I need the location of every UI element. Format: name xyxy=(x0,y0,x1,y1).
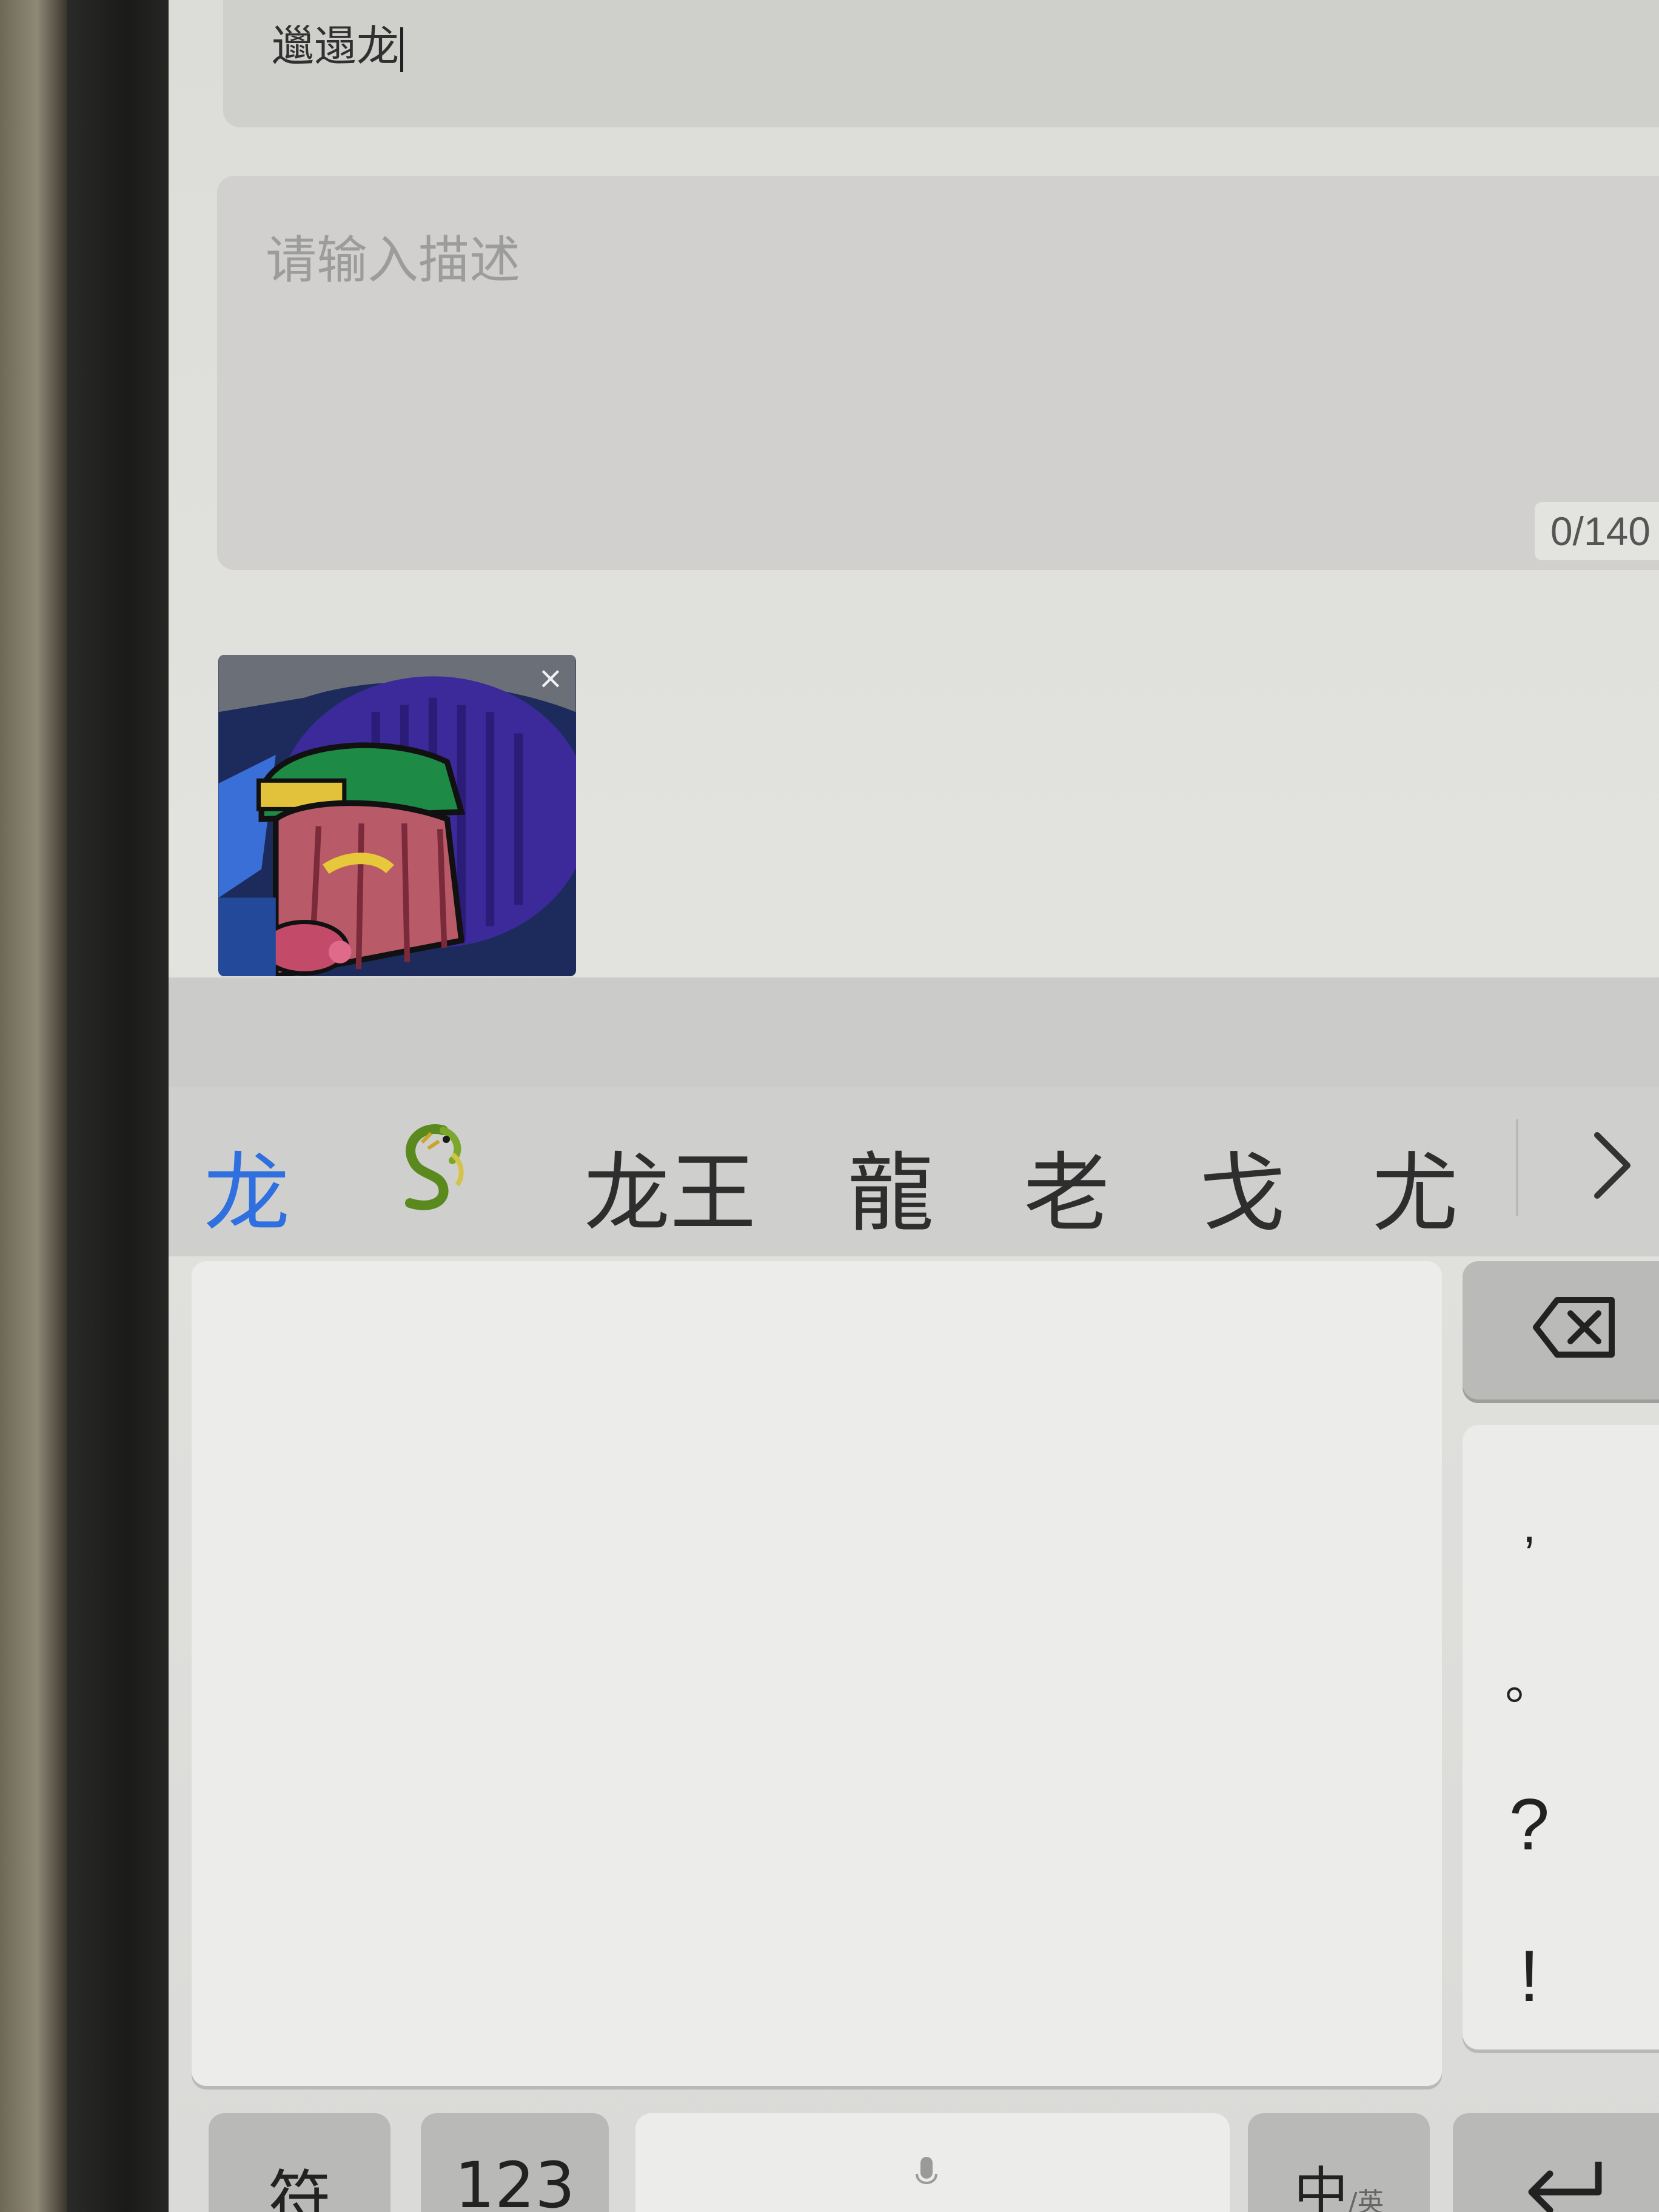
symbols-key-label: 符 xyxy=(267,2163,331,2212)
title-input-value: 邋遢龙 xyxy=(272,12,403,73)
backspace-icon xyxy=(1533,1297,1615,1358)
title-field[interactable]: 邋遢龙 xyxy=(223,0,1659,127)
description-field[interactable]: 请输入描述 0/140 xyxy=(217,176,1659,570)
candidate-item[interactable]: 老 xyxy=(1024,1123,1110,1248)
symbols-key[interactable]: 符 xyxy=(209,2113,390,2212)
chevron-right-icon[interactable] xyxy=(1585,1129,1640,1202)
candidate-item[interactable]: 戈 xyxy=(1199,1123,1285,1248)
photo-background xyxy=(0,0,67,2212)
attached-image-thumbnail[interactable]: × xyxy=(218,655,576,976)
return-arrow-icon xyxy=(1528,2162,1602,2212)
language-switch-label: 中/英 xyxy=(1293,2161,1384,2212)
text-cursor xyxy=(400,27,403,72)
candidate-item[interactable]: 龙王 xyxy=(584,1123,756,1248)
question-mark-key[interactable]: ? xyxy=(1463,1783,1596,1866)
comma-key[interactable]: , xyxy=(1463,1498,1596,1553)
space-key[interactable] xyxy=(635,2113,1230,2212)
numbers-key-label: 123 xyxy=(454,2148,575,2212)
char-counter: 0/140 xyxy=(1534,502,1659,560)
attached-image xyxy=(218,655,576,976)
remove-image-close-icon[interactable]: × xyxy=(532,660,569,696)
exclamation-key[interactable]: ! xyxy=(1463,1934,1596,2018)
candidate-dragon-emoji[interactable] xyxy=(386,1118,477,1236)
candidate-item[interactable]: 龙 xyxy=(204,1123,290,1248)
device-bezel xyxy=(67,0,169,2212)
ime-candidate-bar: 龙 龙王 龍 老 戈 尤 xyxy=(169,1087,1659,1256)
punctuation-column: , 。 ? ! xyxy=(1463,1425,1659,2049)
candidate-item[interactable]: 龍 xyxy=(848,1123,934,1248)
period-key[interactable]: 。 xyxy=(1463,1643,1596,1714)
dragon-icon xyxy=(405,1124,464,1210)
numbers-key[interactable]: 123 xyxy=(421,2113,609,2212)
handwriting-input-pad[interactable] xyxy=(192,1261,1442,2086)
candidate-item[interactable]: 尤 xyxy=(1372,1123,1458,1248)
screen: 邋遢龙 请输入描述 0/140 × 龙 龙王 龍 老 戈 尤 , 。 ? ! 符… xyxy=(169,0,1659,2212)
enter-key[interactable] xyxy=(1453,2113,1659,2212)
backspace-key[interactable] xyxy=(1463,1261,1659,1399)
language-switch-key[interactable]: 中/英 xyxy=(1248,2113,1430,2212)
microphone-icon xyxy=(916,2157,937,2184)
candidate-divider xyxy=(1516,1119,1518,1216)
description-placeholder: 请输入描述 xyxy=(266,232,521,289)
keyboard-toolbar-area xyxy=(169,977,1659,1087)
